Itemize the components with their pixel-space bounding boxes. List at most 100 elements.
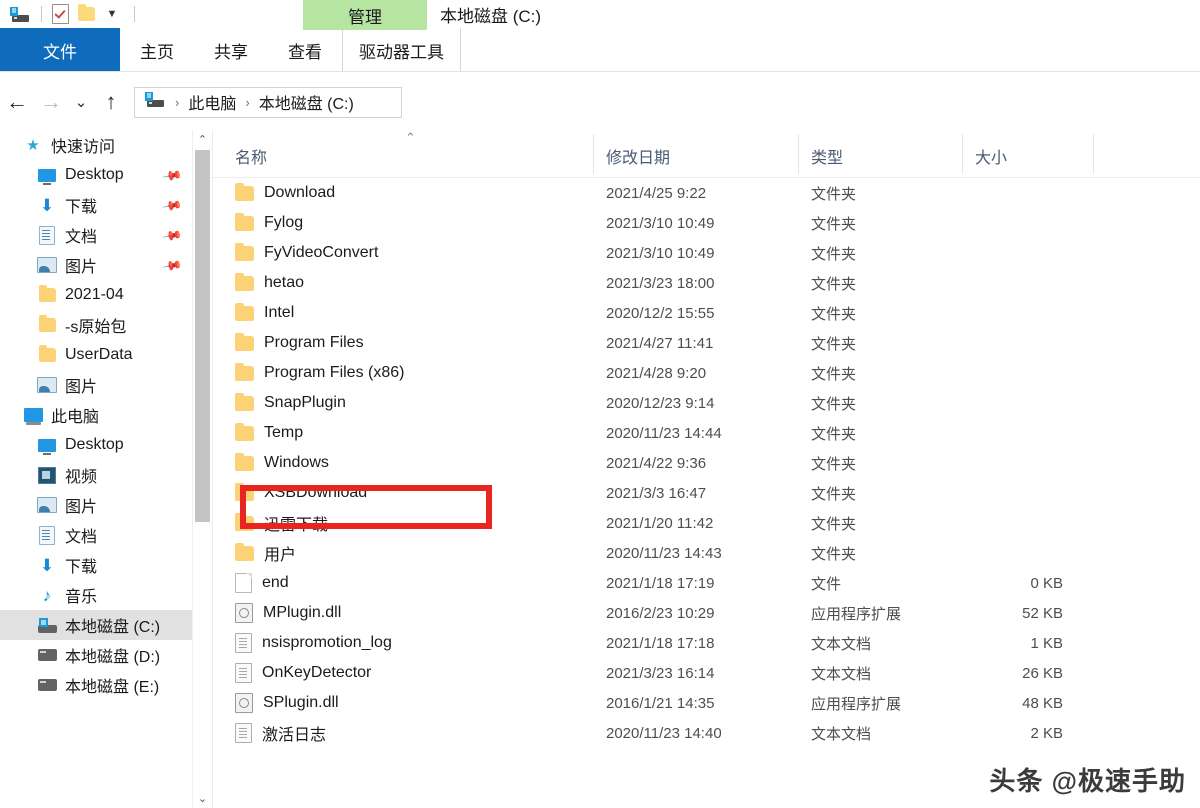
column-header-date[interactable]: 修改日期: [606, 144, 670, 168]
column-divider-4[interactable]: [1093, 134, 1094, 174]
new-folder-icon[interactable]: [75, 4, 97, 24]
scroll-down-icon[interactable]: ⌄: [193, 789, 212, 808]
tab-view[interactable]: 查看: [268, 28, 342, 72]
drive-icon-breadcrumb: [145, 92, 164, 112]
sidebar-item-9[interactable]: 此电脑: [0, 400, 192, 430]
table-row[interactable]: Program Files (x86) 2021/4/28 9:20 文件夹: [213, 358, 1200, 388]
column-divider-2[interactable]: [798, 134, 799, 174]
file-name: OnKeyDetector: [262, 664, 372, 681]
sidebar-item-11[interactable]: 视频: [0, 460, 192, 490]
properties-icon[interactable]: [49, 4, 71, 24]
cell-date: 2021/3/23 16:14: [606, 664, 715, 682]
table-row[interactable]: 激活日志 2020/11/23 14:40 文本文档 2 KB: [213, 718, 1200, 748]
scroll-up-icon[interactable]: ⌃: [193, 130, 212, 149]
sidebar-item-17[interactable]: 本地磁盘 (D:): [0, 640, 192, 670]
forward-button[interactable]: →: [34, 85, 68, 119]
cell-name: Download: [235, 182, 335, 202]
cell-name: nsispromotion_log: [235, 633, 392, 653]
table-row[interactable]: Program Files 2021/4/27 11:41 文件夹: [213, 328, 1200, 358]
sidebar-item-5[interactable]: 2021-04: [0, 280, 192, 310]
table-row[interactable]: Windows 2021/4/22 9:36 文件夹: [213, 448, 1200, 478]
scrollbar-thumb[interactable]: [195, 150, 210, 522]
file-name: FyVideoConvert: [264, 244, 379, 261]
sidebar-item-label: 下载: [65, 559, 98, 576]
table-row[interactable]: MPlugin.dll 2016/2/23 10:29 应用程序扩展 52 KB: [213, 598, 1200, 628]
pin-icon[interactable]: 📌: [161, 195, 183, 217]
file-name: 激活日志: [262, 727, 327, 744]
videos-icon: [36, 466, 58, 484]
sidebar-item-12[interactable]: 图片: [0, 490, 192, 520]
table-row[interactable]: FyVideoConvert 2021/3/10 10:49 文件夹: [213, 238, 1200, 268]
up-button[interactable]: ↑: [94, 85, 128, 119]
sidebar-item-2[interactable]: ⬇ 下载 📌: [0, 190, 192, 220]
table-row[interactable]: SPlugin.dll 2016/1/21 14:35 应用程序扩展 48 KB: [213, 688, 1200, 718]
pin-icon[interactable]: 📌: [161, 225, 183, 247]
cell-size: 2 KB: [1030, 724, 1063, 742]
back-button[interactable]: ←: [0, 85, 34, 119]
cell-type: 文本文档: [811, 665, 872, 683]
dll-icon: [235, 693, 253, 713]
sidebar-item-label: 文档: [65, 229, 98, 246]
table-row[interactable]: Temp 2020/11/23 14:44 文件夹: [213, 418, 1200, 448]
breadcrumb-local-disk-c[interactable]: 本地磁盘 (C:): [259, 90, 354, 114]
recent-locations-button[interactable]: ⌄: [68, 85, 94, 119]
sidebar-item-6[interactable]: -s原始包: [0, 310, 192, 340]
tab-file[interactable]: 文件: [0, 28, 120, 72]
cell-type: 文件夹: [811, 185, 857, 203]
download-icon: ⬇: [39, 555, 55, 575]
sidebar-item-16[interactable]: 本地磁盘 (C:): [0, 610, 192, 640]
cell-date: 2016/2/23 10:29: [606, 604, 715, 622]
sidebar-item-18[interactable]: 本地磁盘 (E:): [0, 670, 192, 700]
table-row[interactable]: end 2021/1/18 17:19 文件 0 KB: [213, 568, 1200, 598]
folder-icon: [235, 452, 254, 471]
toolbar-divider-2: [134, 6, 135, 22]
sidebar-item-7[interactable]: UserData: [0, 340, 192, 370]
column-divider-3[interactable]: [962, 134, 963, 174]
sidebar-item-15[interactable]: ♪ 音乐: [0, 580, 192, 610]
table-row[interactable]: 迅雷下载 2021/1/20 11:42 文件夹: [213, 508, 1200, 538]
sidebar-item-0[interactable]: ★ 快速访问: [0, 130, 192, 160]
cell-date: 2020/11/23 14:40: [606, 724, 722, 742]
cell-type: 应用程序扩展: [811, 605, 902, 623]
table-row[interactable]: nsispromotion_log 2021/1/18 17:18 文本文档 1 KB: [213, 628, 1200, 658]
tab-share[interactable]: 共享: [194, 28, 268, 72]
table-row[interactable]: OnKeyDetector 2021/3/23 16:14 文本文档 26 KB: [213, 658, 1200, 688]
sidebar-item-14[interactable]: ⬇ 下载: [0, 550, 192, 580]
sidebar-item-label: 本地磁盘 (C:): [65, 619, 161, 636]
cell-name: hetao: [235, 272, 304, 292]
cell-date: 2021/4/27 11:41: [606, 334, 714, 352]
table-row[interactable]: XSBDownload 2021/3/3 16:47 文件夹: [213, 478, 1200, 508]
sidebar-item-10[interactable]: Desktop: [0, 430, 192, 460]
column-header-name[interactable]: 名称: [235, 144, 267, 168]
column-header-size[interactable]: 大小: [975, 144, 1007, 168]
pin-icon[interactable]: 📌: [161, 255, 183, 277]
table-row[interactable]: Fylog 2021/3/10 10:49 文件夹: [213, 208, 1200, 238]
tab-home[interactable]: 主页: [120, 28, 194, 72]
table-row[interactable]: SnapPlugin 2020/12/23 9:14 文件夹: [213, 388, 1200, 418]
table-row[interactable]: hetao 2021/3/23 18:00 文件夹: [213, 268, 1200, 298]
cell-name: Intel: [235, 302, 294, 322]
cell-date: 2020/12/23 9:14: [606, 394, 715, 412]
tab-drive-tools[interactable]: 驱动器工具: [342, 28, 461, 72]
sidebar-item-8[interactable]: 图片: [0, 370, 192, 400]
sidebar-item-1[interactable]: Desktop 📌: [0, 160, 192, 190]
pin-icon[interactable]: 📌: [161, 165, 183, 187]
cell-date: 2020/11/23 14:44: [606, 424, 722, 442]
cell-name: SnapPlugin: [235, 392, 346, 412]
navigation-scrollbar[interactable]: ⌃ ⌄: [192, 130, 212, 808]
sidebar-item-4[interactable]: 图片 📌: [0, 250, 192, 280]
table-row[interactable]: Intel 2020/12/2 15:55 文件夹: [213, 298, 1200, 328]
breadcrumb-this-pc[interactable]: 此电脑: [188, 90, 236, 114]
sidebar-item-13[interactable]: 文档: [0, 520, 192, 550]
column-divider-1[interactable]: [593, 134, 594, 174]
file-name: 用户: [264, 547, 297, 564]
customize-quick-access-caret[interactable]: ▼: [101, 4, 123, 24]
column-header-type[interactable]: 类型: [811, 144, 843, 168]
document-icon: [36, 525, 58, 545]
drive-icon[interactable]: [8, 4, 30, 24]
address-input[interactable]: › 此电脑 › 本地磁盘 (C:): [134, 86, 402, 118]
file-list-pane: 名称 ⌃ 修改日期 类型 大小 Download 2021/4/25 9:22 文件…: [213, 130, 1200, 808]
table-row[interactable]: Download 2021/4/25 9:22 文件夹: [213, 178, 1200, 208]
table-row[interactable]: 用户 2020/11/23 14:43 文件夹: [213, 538, 1200, 568]
sidebar-item-3[interactable]: 文档 📌: [0, 220, 192, 250]
